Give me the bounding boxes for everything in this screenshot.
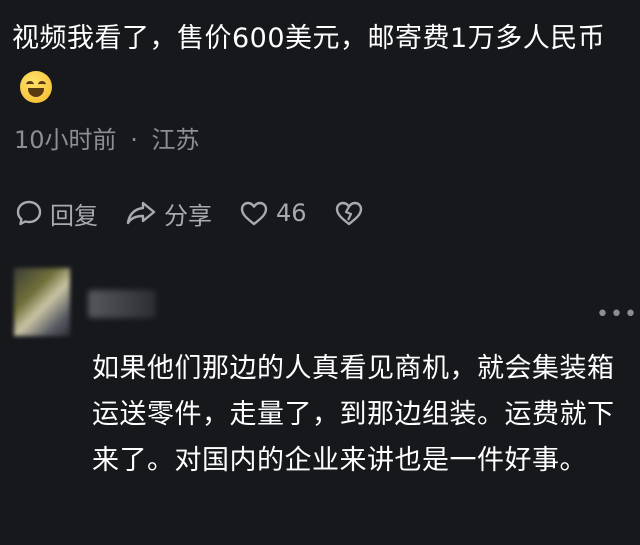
comment-time: 10小时前 xyxy=(14,126,117,154)
share-button[interactable]: 分享 xyxy=(124,196,212,231)
heart-icon xyxy=(240,201,268,226)
reply-comment-text: 如果他们那边的人真看见商机，就会集装箱运送零件，走量了，到那边组装。运费就下来了… xyxy=(92,353,615,476)
comment-bubble-icon xyxy=(16,200,42,226)
like-count: 46 xyxy=(276,199,307,227)
reply-button[interactable]: 回复 xyxy=(14,196,98,231)
broken-heart-icon xyxy=(335,201,362,226)
share-label: 分享 xyxy=(164,201,212,230)
comment-text: 视频我看了，售价600美元，邮寄费1万多人民币 xyxy=(12,14,622,114)
reply-label: 回复 xyxy=(50,201,98,230)
username-blurred[interactable] xyxy=(88,290,156,318)
more-options-button[interactable]: ••• xyxy=(596,304,638,326)
meta-separator: · xyxy=(130,126,138,154)
comment-location: 江苏 xyxy=(151,126,200,154)
laughing-emoji-icon xyxy=(20,71,52,103)
share-arrow-icon xyxy=(126,201,156,225)
dislike-button[interactable] xyxy=(333,198,371,228)
comment-actions: 回复 分享 46 xyxy=(14,195,397,231)
comment-content: 视频我看了，售价600美元，邮寄费1万多人民币 xyxy=(12,23,606,54)
avatar[interactable] xyxy=(14,268,70,336)
comment-meta: 10小时前 · 江苏 xyxy=(14,120,199,155)
like-button[interactable]: 46 xyxy=(238,198,307,228)
